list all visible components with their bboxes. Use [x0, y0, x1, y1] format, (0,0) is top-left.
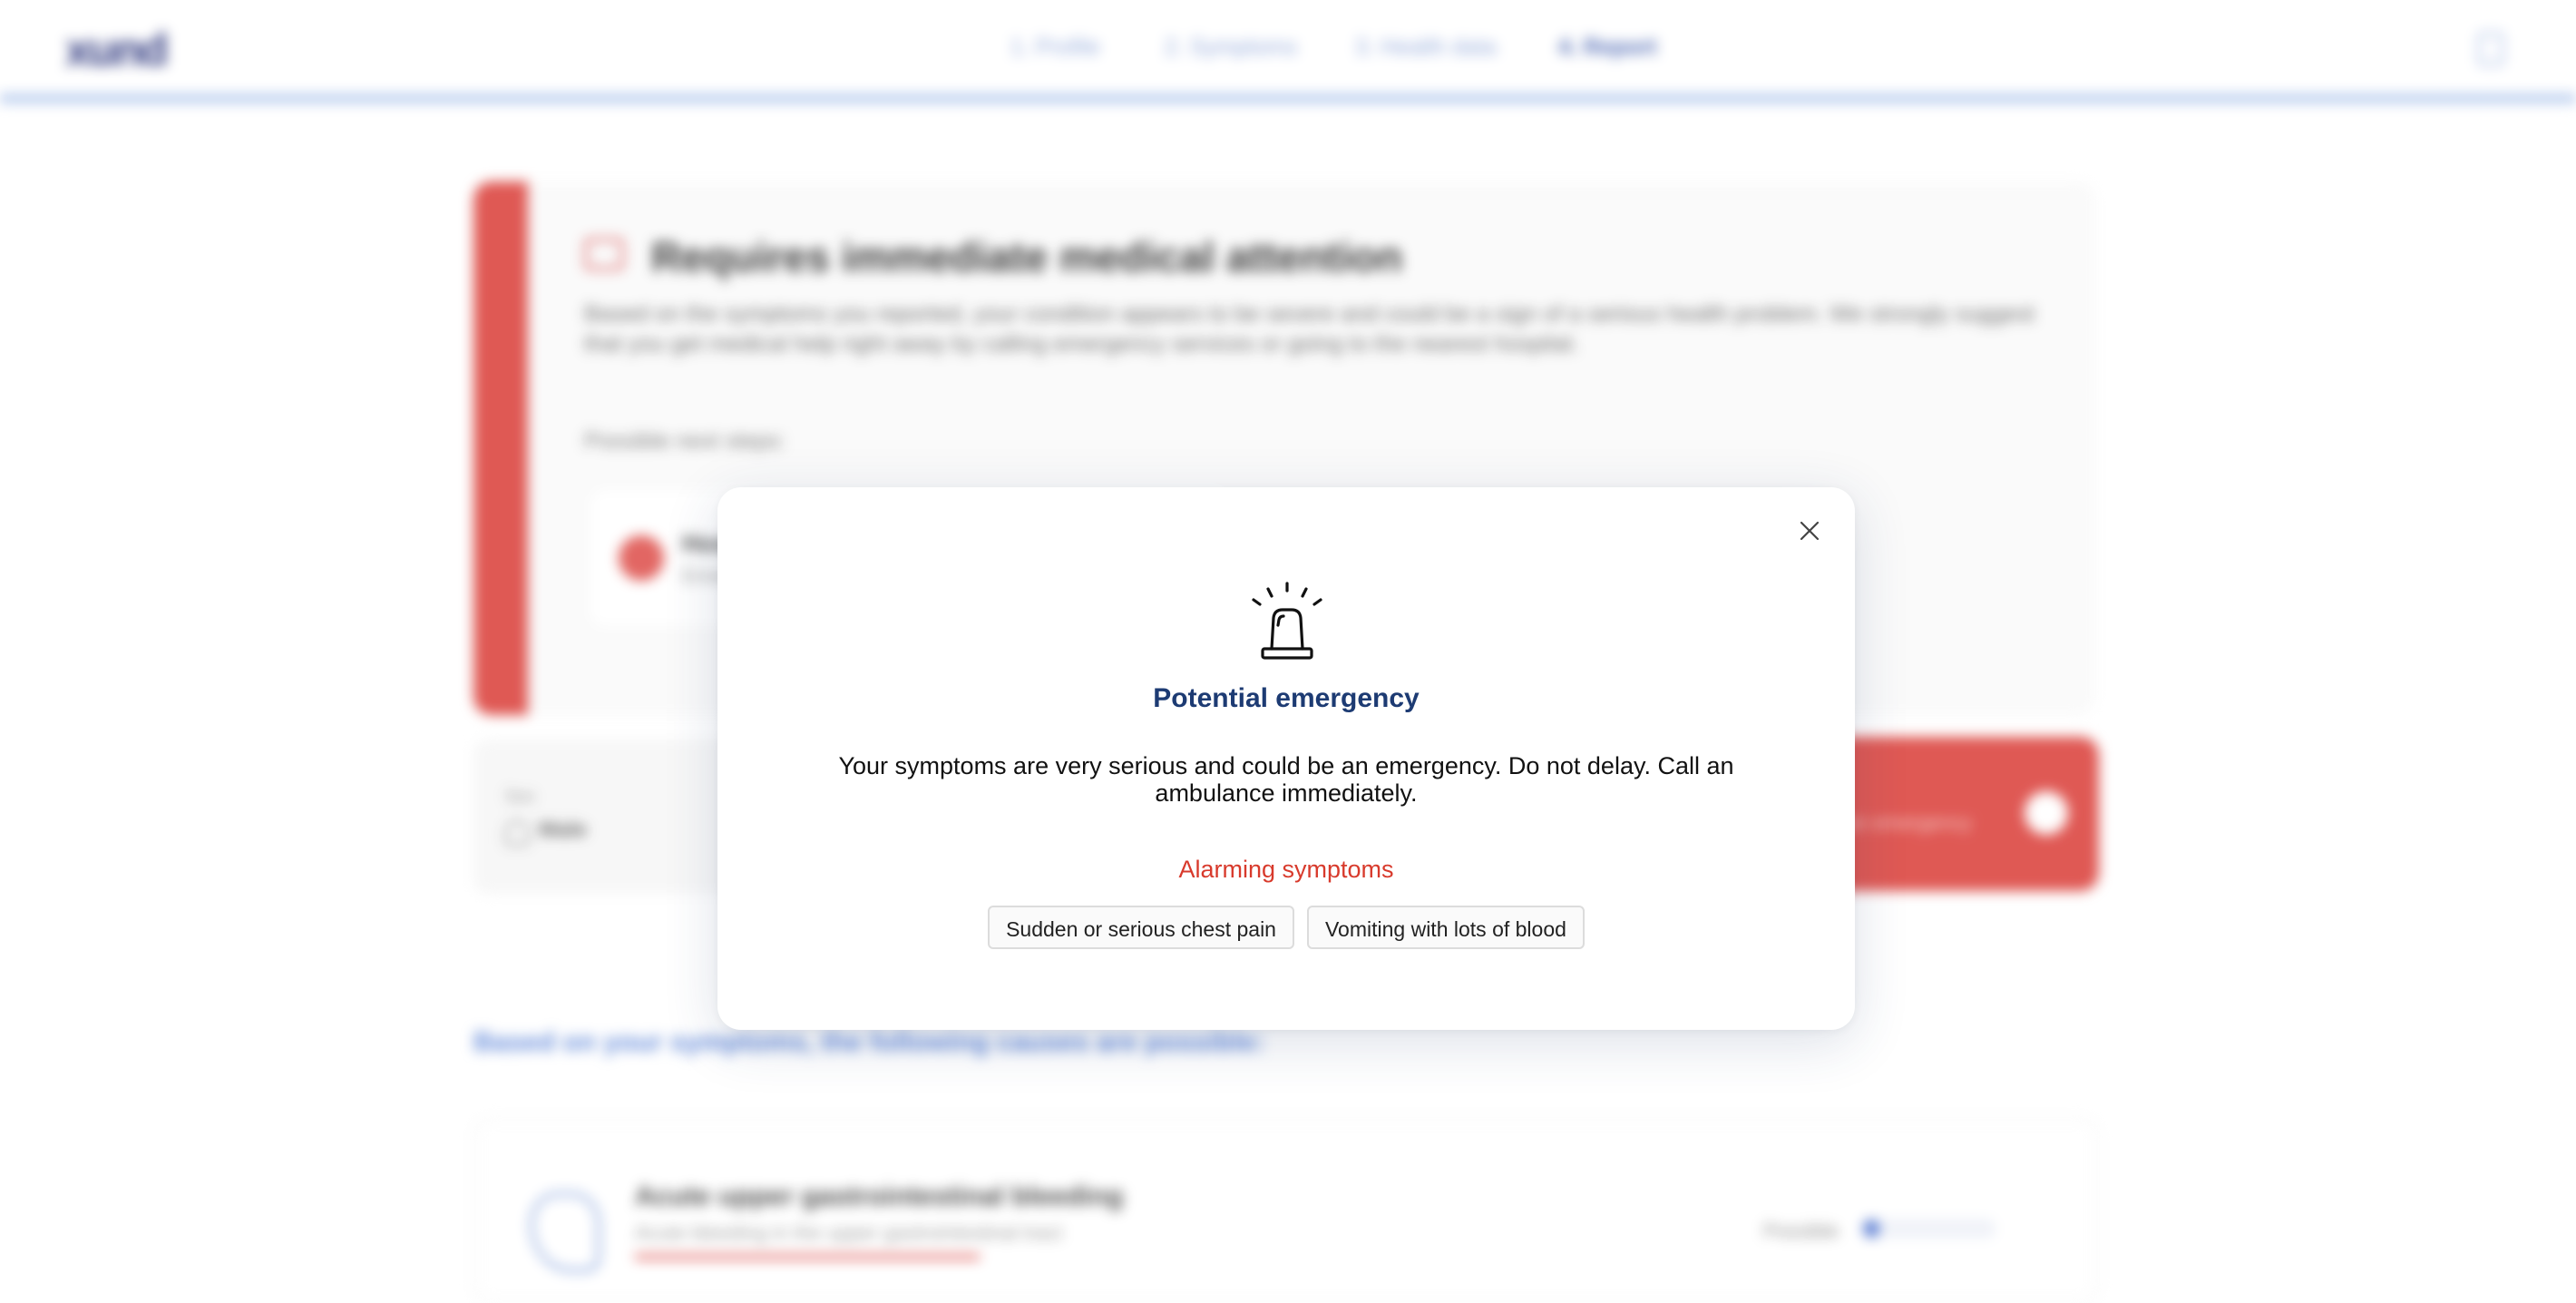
siren-icon [1252, 582, 1322, 660]
symptom-chip: Sudden or serious chest pain [988, 906, 1294, 949]
symptom-chip: Vomiting with lots of blood [1306, 906, 1585, 949]
modal-title: Potential emergency [1153, 683, 1420, 713]
symptom-chip-list: Sudden or serious chest pain Vomiting wi… [717, 906, 1855, 949]
close-button[interactable] [1791, 513, 1828, 549]
emergency-modal: Potential emergency Your symptoms are ve… [717, 487, 1855, 1030]
close-icon [1800, 521, 1820, 541]
alarming-symptoms-label: Alarming symptoms [1178, 856, 1394, 883]
modal-message: Your symptoms are very serious and could… [838, 752, 1734, 807]
